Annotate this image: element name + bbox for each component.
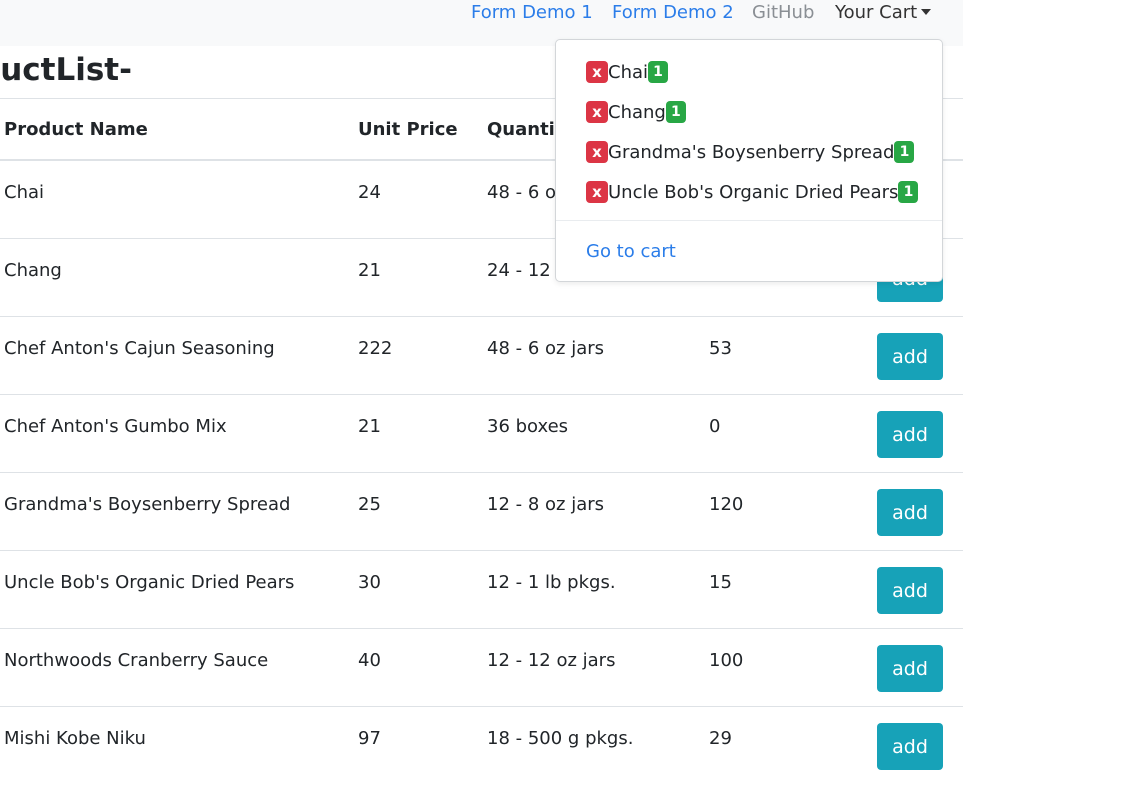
product-name: Uncle Bob's Organic Dried Pears [4, 572, 295, 593]
add-to-cart-button[interactable]: add [877, 723, 943, 770]
cart-item-name: Chai [608, 61, 649, 83]
caret-down-icon [921, 9, 932, 15]
cart-item-quantity-badge: 1 [894, 141, 915, 163]
quantity-per-unit: 12 - 12 oz jars [487, 650, 616, 671]
product-name: Chang [4, 260, 62, 281]
units-in-stock: 120 [709, 494, 744, 515]
quantity-per-unit: 48 - 6 oz jars [487, 338, 605, 359]
cart-item-name: Chang [608, 101, 666, 123]
cart-dropdown-menu: x Chai 1 x Chang 1 x Grandma's Boysenber… [555, 39, 943, 282]
cart-item[interactable]: x Grandma's Boysenberry Spread 1 [586, 140, 915, 164]
go-to-cart-link[interactable]: Go to cart [586, 240, 676, 264]
product-name: Chef Anton's Cajun Seasoning [4, 338, 275, 359]
table-row: Chef Anton's Cajun Seasoning 222 48 - 6 … [0, 316, 963, 395]
units-in-stock: 29 [709, 728, 732, 749]
unit-price: 24 [358, 182, 381, 203]
page-title: ductList- [0, 52, 132, 88]
product-name: Chai [4, 182, 45, 203]
add-to-cart-button[interactable]: add [877, 411, 943, 458]
your-cart-label: Your Cart [835, 2, 918, 23]
nav-form-demo-1[interactable]: Form Demo 1 [471, 1, 593, 25]
product-name: Chef Anton's Gumbo Mix [4, 416, 227, 437]
cart-item-quantity-badge: 1 [648, 61, 669, 83]
nav-github[interactable]: GitHub [752, 1, 814, 25]
table-row: Mishi Kobe Niku 97 18 - 500 g pkgs. 29 a… [0, 706, 963, 785]
column-header-unit-price: Unit Price [358, 119, 458, 140]
column-header-product-name: Product Name [4, 119, 148, 140]
cart-item-quantity-badge: 1 [665, 101, 686, 123]
remove-item-button[interactable]: x [586, 101, 608, 123]
cart-item-name: Uncle Bob's Organic Dried Pears [608, 181, 899, 203]
remove-item-button[interactable]: x [586, 61, 608, 83]
quantity-per-unit: 48 - 6 o [487, 182, 557, 203]
units-in-stock: 15 [709, 572, 732, 593]
product-name: Grandma's Boysenberry Spread [4, 494, 291, 515]
nav-form-demo-2[interactable]: Form Demo 2 [612, 1, 734, 25]
unit-price: 25 [358, 494, 381, 515]
unit-price: 97 [358, 728, 381, 749]
units-in-stock: 100 [709, 650, 744, 671]
quantity-per-unit: 12 - 1 lb pkgs. [487, 572, 616, 593]
add-to-cart-button[interactable]: add [877, 489, 943, 536]
column-header-quantity: Quantit [487, 119, 564, 140]
remove-item-button[interactable]: x [586, 141, 608, 163]
table-row: Uncle Bob's Organic Dried Pears 30 12 - … [0, 550, 963, 629]
add-to-cart-button[interactable]: add [877, 333, 943, 380]
quantity-per-unit: 12 - 8 oz jars [487, 494, 605, 515]
unit-price: 222 [358, 338, 393, 359]
product-name: Northwoods Cranberry Sauce [4, 650, 269, 671]
unit-price: 40 [358, 650, 381, 671]
nav-your-cart-toggle[interactable]: Your Cart [835, 1, 932, 25]
unit-price: 21 [358, 416, 381, 437]
add-to-cart-button[interactable]: add [877, 645, 943, 692]
cart-item-quantity-badge: 1 [898, 181, 919, 203]
table-row: Grandma's Boysenberry Spread 25 12 - 8 o… [0, 472, 963, 551]
cart-item[interactable]: x Uncle Bob's Organic Dried Pears 1 [586, 180, 919, 204]
cart-item-name: Grandma's Boysenberry Spread [608, 141, 895, 163]
remove-item-button[interactable]: x [586, 181, 608, 203]
table-row: Northwoods Cranberry Sauce 40 12 - 12 oz… [0, 628, 963, 707]
quantity-per-unit: 18 - 500 g pkgs. [487, 728, 634, 749]
unit-price: 21 [358, 260, 381, 281]
quantity-per-unit: 36 boxes [487, 416, 569, 437]
unit-price: 30 [358, 572, 381, 593]
product-name: Mishi Kobe Niku [4, 728, 146, 749]
units-in-stock: 0 [709, 416, 721, 437]
add-to-cart-button[interactable]: add [877, 567, 943, 614]
quantity-per-unit: 24 - 12 [487, 260, 551, 281]
table-row: Chef Anton's Gumbo Mix 21 36 boxes 0 add [0, 394, 963, 473]
cart-item[interactable]: x Chang 1 [586, 100, 686, 124]
cart-item[interactable]: x Chai 1 [586, 60, 669, 84]
units-in-stock: 53 [709, 338, 732, 359]
dropdown-divider [556, 220, 942, 221]
